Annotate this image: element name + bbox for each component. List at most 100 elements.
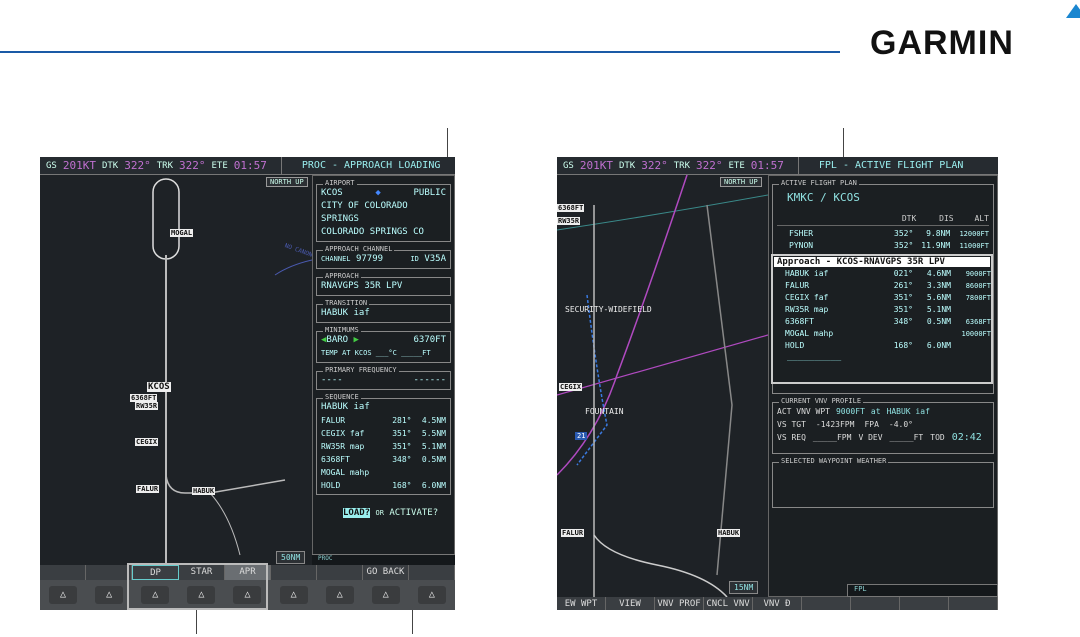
flight-plan-row[interactable]: 6368FT 348° 0.5NM 6368FT — [773, 316, 991, 328]
triangle-up-icon: △ — [290, 589, 297, 600]
softkey-5[interactable]: VNV Đ — [753, 597, 802, 610]
flight-plan-row[interactable]: RW35R map 351° 5.1NM — [773, 304, 991, 316]
map-label-habuk: HABUK — [192, 487, 216, 495]
softkey-button-9[interactable]: △ — [417, 586, 446, 604]
softkey-button-7[interactable]: △ — [325, 586, 354, 604]
softkey-button-8[interactable]: △ — [371, 586, 400, 604]
softkey-8[interactable]: GO BACK — [363, 565, 409, 580]
flight-plan-row[interactable]: CEGIX faf 351° 5.6NM 7800FT — [773, 292, 991, 304]
sequence-dis: 4.5NM — [421, 416, 446, 425]
dtk: 261° — [893, 281, 913, 290]
softkey-1[interactable]: EW WPT — [557, 597, 606, 610]
ete-label: ETE — [211, 160, 228, 171]
activate-button[interactable]: ACTIVATE? — [389, 508, 438, 518]
flight-plan-row[interactable]: FSHER 352° 9.8NM 12000FT — [777, 228, 989, 240]
sequence-dis — [412, 466, 446, 479]
waypoint: RW35R map — [785, 305, 829, 314]
softkey-9[interactable] — [949, 597, 998, 610]
sequence-dis: 5.1NM — [421, 442, 446, 451]
approach-value[interactable]: RNAVGPS 35R LPV — [321, 280, 402, 293]
top-bar: GS 201KT DTK 322° TRK 322° ETE 01:57 FPL - A… — [557, 157, 998, 175]
map-label-rw35r: RW35R — [135, 402, 159, 410]
flight-plan-row[interactable]: PYNON 352° 11.9NM 11000FT — [777, 240, 989, 252]
softkey-7[interactable] — [317, 565, 363, 580]
flight-plan-row[interactable]: HABUK iaf 021° 4.6NM 9000FT — [773, 268, 991, 280]
waypoint: HABUK iaf — [785, 269, 829, 278]
minimums-value[interactable]: 6370FT — [413, 334, 446, 347]
softkey-bar: EW WPT VIEW VNV PROF CNCL VNV VNV Đ — [557, 597, 998, 610]
softkey-1[interactable] — [40, 565, 86, 580]
transition-value[interactable]: HABUK iaf — [321, 307, 370, 320]
alt[interactable]: 8600FT — [951, 280, 991, 292]
softkey-7[interactable] — [851, 597, 900, 610]
dtk — [873, 328, 913, 340]
softkey-button-2[interactable]: △ — [95, 586, 124, 604]
airport-diamond-icon: ◆ — [375, 188, 381, 198]
map-label-6368ft: 6368FT — [557, 204, 585, 212]
dis: 11.9NM — [921, 241, 951, 250]
flight-plan-row[interactable]: HOLD 168° 6.0NM — [773, 340, 991, 352]
empty-waypoint-row[interactable]: __________ — [773, 352, 991, 362]
softkey-8[interactable] — [900, 597, 949, 610]
airport-id: KCOS — [321, 188, 343, 198]
softkey-button-6[interactable]: △ — [279, 586, 308, 604]
softkey-6[interactable] — [271, 565, 317, 580]
approach-channel-box: APPROACH CHANNEL CHANNEL 97799 ID V35A — [316, 245, 451, 269]
triangle-up-icon: △ — [60, 589, 67, 600]
dtk-value: 322° — [641, 159, 668, 172]
sequence-row: RW35R map 351° 5.1NM — [321, 440, 446, 453]
softkey-3[interactable]: VNV PROF — [655, 597, 704, 610]
airport-type: PUBLIC — [413, 188, 446, 198]
alt[interactable] — [951, 340, 991, 352]
vdev: _____FT — [889, 433, 924, 442]
approach-label: APPROACH — [323, 272, 361, 280]
load-button[interactable]: LOAD? — [343, 508, 371, 518]
transition-label: TRANSITION — [323, 299, 370, 307]
map-orientation[interactable]: NORTH UP — [720, 177, 762, 187]
status-proc: PROC — [318, 555, 333, 562]
load-activate-prompt: LOAD? OR ACTIVATE? — [343, 508, 438, 518]
alt[interactable]: 11000FT — [950, 240, 989, 252]
vs-req-label: VS REQ — [777, 433, 806, 442]
flight-plan-row[interactable]: MOGAL mahp 10000FT — [773, 328, 991, 340]
dis: 5.1NM — [926, 305, 951, 314]
channel-value[interactable]: 97799 — [356, 254, 383, 264]
softkey-2[interactable]: VIEW — [606, 597, 655, 610]
sequence-waypoint: HOLD — [321, 481, 341, 490]
dtk: 348° — [893, 317, 913, 326]
alt[interactable]: 7800FT — [951, 292, 991, 304]
dtk-label: DTK — [101, 160, 119, 171]
top-bar: GS 201KT DTK 322° TRK 322° ETE 01:57 PROC - … — [40, 157, 455, 175]
minimums-mode[interactable]: BARO — [326, 335, 348, 345]
header-alt: ALT — [974, 214, 989, 223]
softkey-9[interactable] — [409, 565, 455, 580]
garmin-logo-triangle-icon — [1066, 4, 1080, 18]
softkey-button-1[interactable]: △ — [49, 586, 78, 604]
softkey-4[interactable]: CNCL VNV — [704, 597, 753, 610]
approach-header[interactable]: Approach - KCOS-RNAVGPS 35R LPV — [774, 257, 990, 267]
map-label-cegix: CEGIX — [559, 383, 583, 391]
trk-value: 322° — [696, 159, 723, 172]
dtk-value: 322° — [124, 159, 151, 172]
softkey-6[interactable] — [802, 597, 851, 610]
frequency-right: ------ — [413, 375, 446, 385]
waypoint: 6368FT — [785, 317, 814, 326]
gs-label: GS — [563, 160, 574, 171]
sequence-row: 6368FT 348° 0.5NM — [321, 453, 446, 466]
sequence-dtk: 351° — [392, 429, 412, 438]
alt[interactable]: 12000FT — [950, 228, 989, 240]
dtk: 352° — [894, 241, 914, 250]
alt[interactable]: 10000FT — [951, 328, 991, 340]
softkey-2[interactable] — [86, 565, 132, 580]
sequence-waypoint: FALUR — [321, 416, 346, 425]
airport-location: COLORADO SPRINGS CO — [321, 227, 424, 237]
approach-channel-label: APPROACH CHANNEL — [323, 245, 395, 253]
vdev-label: V DEV — [858, 433, 883, 442]
alt[interactable] — [951, 304, 991, 316]
map-orientation[interactable]: NORTH UP — [266, 177, 308, 187]
flight-plan-row[interactable]: FALUR 261° 3.3NM 8600FT — [773, 280, 991, 292]
dtk: 021° — [893, 269, 913, 278]
alt[interactable]: 9000FT — [951, 268, 991, 280]
alt[interactable]: 6368FT — [951, 316, 991, 328]
sequence-row: CEGIX faf 351° 5.5NM — [321, 427, 446, 440]
